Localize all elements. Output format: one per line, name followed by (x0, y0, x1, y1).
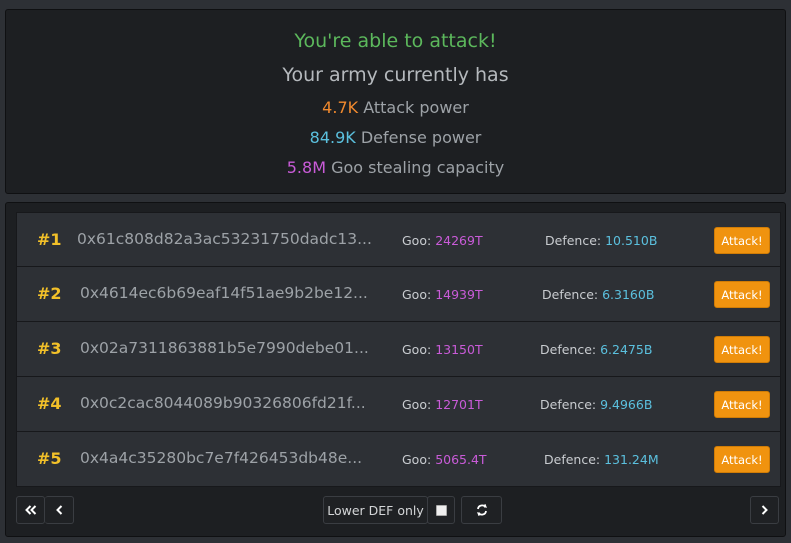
army-status-panel: You're able to attack! Your army current… (5, 9, 786, 194)
defense-power-stat: 84.9K Defense power (6, 128, 785, 147)
table-row: #3 0x02a7311863881b5e7990debe01... Goo: … (16, 322, 781, 377)
lower-def-filter-checkbox[interactable] (427, 496, 455, 524)
goo-label: Goo: (402, 342, 432, 357)
table-row: #2 0x4614ec6b69eaf14f51ae9b2be12... Goo:… (16, 267, 781, 322)
defense-power-value: 84.9K (309, 128, 356, 147)
target-rank: #4 (37, 394, 62, 413)
target-goo: Goo: 5065.4T (402, 452, 487, 467)
goo-label: Goo: (402, 287, 432, 302)
goo-value: 12701T (435, 397, 483, 412)
goo-value: 5065.4T (435, 452, 487, 467)
target-rank: #1 (37, 230, 62, 249)
defence-value: 6.3160B (602, 287, 655, 302)
next-page-button[interactable] (750, 496, 779, 524)
target-address: 0x02a7311863881b5e7990debe01... (80, 339, 369, 357)
defence-value: 6.2475B (600, 342, 653, 357)
attack-button[interactable]: Attack! (714, 391, 770, 418)
target-defence: Defence: 6.3160B (542, 287, 654, 302)
defence-label: Defence: (542, 287, 599, 302)
chevron-left-icon (55, 505, 63, 515)
attack-power-stat: 4.7K Attack power (6, 98, 785, 117)
lower-def-filter-label: Lower DEF only (323, 496, 428, 524)
goo-capacity-stat: 5.8M Goo stealing capacity (6, 158, 785, 177)
target-address: 0x0c2cac8044089b90326806fd21f... (80, 394, 366, 412)
defence-label: Defence: (545, 233, 602, 248)
defense-power-label: Defense power (360, 128, 482, 147)
double-chevron-left-icon (24, 505, 37, 515)
defence-label: Defence: (540, 342, 597, 357)
target-defence: Defence: 9.4966B (540, 397, 652, 412)
attack-button[interactable]: Attack! (714, 446, 770, 473)
refresh-button[interactable] (461, 496, 502, 524)
target-address: 0x4a4c35280bc7e7f426453db48e... (80, 449, 363, 467)
attack-power-label: Attack power (363, 98, 469, 117)
target-defence: Defence: 131.24M (544, 452, 659, 467)
attack-power-value: 4.7K (322, 98, 359, 117)
attack-available-headline: You're able to attack! (294, 30, 497, 52)
chevron-right-icon (761, 505, 768, 515)
target-rank: #2 (37, 284, 62, 303)
target-list-panel: #1 0x61c808d82a3ac53231750dadc13... Goo:… (5, 202, 786, 537)
goo-capacity-label: Goo stealing capacity (331, 158, 505, 177)
target-goo: Goo: 14939T (402, 287, 483, 302)
target-goo: Goo: 12701T (402, 397, 483, 412)
table-row: #4 0x0c2cac8044089b90326806fd21f... Goo:… (16, 377, 781, 432)
target-defence: Defence: 10.510B (545, 233, 657, 248)
checkbox-box[interactable] (435, 504, 447, 516)
previous-page-button[interactable] (45, 496, 74, 524)
attack-button[interactable]: Attack! (714, 227, 770, 254)
goo-value: 14939T (435, 287, 483, 302)
target-address: 0x4614ec6b69eaf14f51ae9b2be12... (80, 284, 368, 302)
defence-value: 9.4966B (600, 397, 653, 412)
attack-button[interactable]: Attack! (714, 281, 770, 308)
target-list: #1 0x61c808d82a3ac53231750dadc13... Goo:… (16, 212, 781, 487)
attack-button[interactable]: Attack! (714, 336, 770, 363)
defence-label: Defence: (540, 397, 597, 412)
goo-capacity-value: 5.8M (286, 158, 326, 177)
goo-value: 24269T (435, 233, 483, 248)
first-page-button[interactable] (16, 496, 45, 524)
goo-value: 13150T (435, 342, 483, 357)
goo-label: Goo: (402, 452, 432, 467)
goo-label: Goo: (402, 233, 432, 248)
defence-label: Defence: (544, 452, 601, 467)
target-goo: Goo: 24269T (402, 233, 483, 248)
table-row: #5 0x4a4c35280bc7e7f426453db48e... Goo: … (16, 432, 781, 487)
refresh-icon (476, 504, 488, 516)
target-rank: #5 (37, 449, 62, 468)
target-rank: #3 (37, 339, 62, 358)
army-summary-title: Your army currently has (282, 64, 509, 86)
table-row: #1 0x61c808d82a3ac53231750dadc13... Goo:… (16, 212, 781, 267)
target-defence: Defence: 6.2475B (540, 342, 652, 357)
goo-label: Goo: (402, 397, 432, 412)
target-goo: Goo: 13150T (402, 342, 483, 357)
target-address: 0x61c808d82a3ac53231750dadc13... (77, 230, 372, 248)
defence-value: 131.24M (604, 452, 659, 467)
defence-value: 10.510B (605, 233, 658, 248)
